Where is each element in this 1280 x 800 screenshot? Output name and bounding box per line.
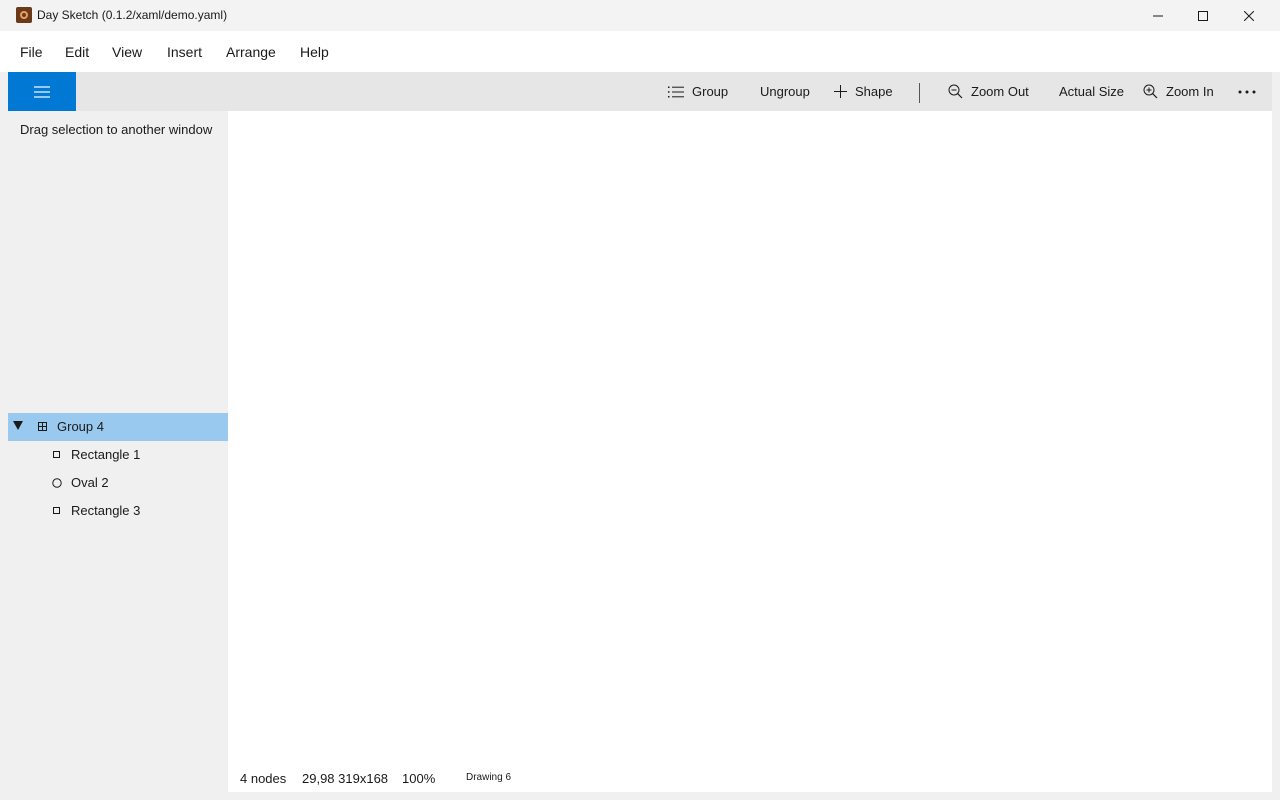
menu-bar: File Edit View Insert Arrange Help: [0, 31, 1280, 72]
tree-item-rectangle-3[interactable]: Rectangle 3: [8, 497, 228, 525]
zoom-in-button[interactable]: Zoom In: [1143, 72, 1214, 111]
toolbar-separator: [919, 83, 920, 103]
plus-icon: [834, 85, 847, 98]
zoom-out-label: Zoom Out: [971, 84, 1029, 99]
tree-item-rectangle-1[interactable]: Rectangle 1: [8, 441, 228, 469]
tree-item-label: Rectangle 1: [71, 447, 141, 462]
more-icon: [1238, 90, 1256, 93]
close-icon: [1244, 10, 1254, 21]
maximize-icon: [1198, 10, 1208, 21]
tree-item-label: Rectangle 3: [71, 503, 141, 518]
more-options-button[interactable]: [1238, 72, 1264, 111]
app-icon: [16, 7, 32, 23]
close-button[interactable]: [1226, 0, 1272, 31]
menu-insert[interactable]: Insert: [167, 44, 202, 60]
tree-item-label: Oval 2: [71, 475, 109, 490]
list-icon: [668, 86, 684, 97]
tree-item-label: Group 4: [57, 419, 104, 434]
menu-arrange[interactable]: Arrange: [226, 44, 276, 60]
oval-icon: [52, 478, 62, 488]
add-shape-button[interactable]: Shape: [834, 72, 893, 111]
zoom-out-icon: [948, 84, 963, 99]
drawing-canvas[interactable]: 4 nodes 29,98 319x168 100% Drawing 6: [228, 111, 1272, 792]
menu-view[interactable]: View: [112, 44, 142, 60]
node-tree: Group 4 Rectangle 1 Oval 2 Rectangle 3: [8, 413, 228, 525]
status-node-count: 4 nodes: [240, 771, 287, 786]
zoom-in-label: Zoom In: [1166, 84, 1214, 99]
actual-size-button[interactable]: Actual Size: [1059, 72, 1124, 111]
maximize-button[interactable]: [1180, 0, 1226, 31]
toolbar: Group Ungroup Shape Zoom Out Actual Size…: [8, 72, 1272, 111]
group-icon: [38, 422, 47, 431]
ungroup-button[interactable]: Ungroup: [760, 72, 810, 111]
expand-arrow-icon[interactable]: [12, 419, 24, 431]
group-button[interactable]: Group: [668, 72, 728, 111]
drag-hint[interactable]: Drag selection to another window: [20, 122, 212, 137]
tree-item-oval-2[interactable]: Oval 2: [8, 469, 228, 497]
menu-help[interactable]: Help: [300, 44, 329, 60]
sidebar: Drag selection to another window Group 4…: [8, 111, 228, 792]
status-zoom: 100%: [402, 771, 436, 786]
rectangle-icon: [53, 507, 60, 514]
shape-button-label: Shape: [855, 84, 893, 99]
menu-file[interactable]: File: [20, 44, 43, 60]
sidebar-toggle-button[interactable]: [8, 72, 76, 111]
status-bounds: 29,98 319x168: [302, 771, 389, 786]
actual-size-label: Actual Size: [1059, 84, 1125, 99]
rectangle-icon: [53, 451, 60, 458]
status-drawing-name: Drawing 6: [466, 772, 512, 783]
tree-item-group-4[interactable]: Group 4: [8, 413, 228, 441]
hamburger-icon: [34, 85, 50, 98]
zoom-out-button[interactable]: Zoom Out: [948, 72, 1029, 111]
title-bar: Day Sketch (0.1.2/xaml/demo.yaml): [0, 0, 1280, 31]
window-title: Day Sketch (0.1.2/xaml/demo.yaml): [37, 8, 228, 22]
group-button-label: Group: [692, 84, 729, 99]
menu-edit[interactable]: Edit: [65, 44, 89, 60]
ungroup-button-label: Ungroup: [760, 84, 810, 99]
minimize-button[interactable]: [1135, 0, 1181, 31]
zoom-in-icon: [1143, 84, 1158, 99]
minimize-icon: [1153, 15, 1163, 16]
